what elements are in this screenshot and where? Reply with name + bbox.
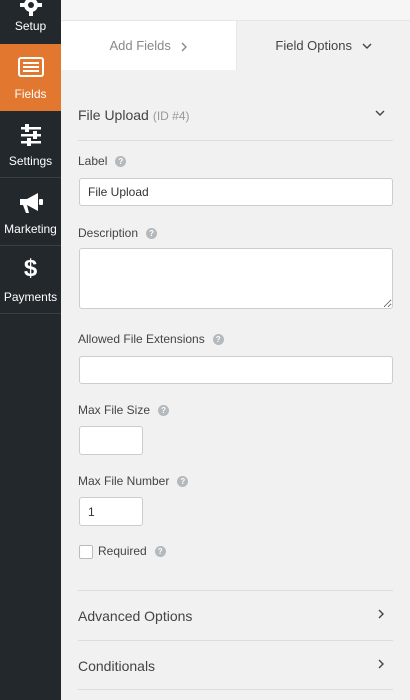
help-icon[interactable]: ? bbox=[177, 476, 189, 488]
required-label: Required? bbox=[98, 544, 166, 558]
field-title-text: File Upload bbox=[78, 107, 149, 123]
help-icon[interactable]: ? bbox=[158, 405, 170, 417]
max-size-field-label-text: Max File Size bbox=[78, 403, 151, 417]
megaphone-icon bbox=[19, 193, 43, 213]
conditionals-title: Conditionals bbox=[78, 658, 156, 674]
label-field-label-text: Label bbox=[78, 154, 108, 168]
required-label-text[interactable]: Required bbox=[98, 544, 147, 558]
description-field-label-text: Description bbox=[78, 226, 139, 240]
sidebar-item-payments[interactable]: $ Payments bbox=[0, 247, 61, 314]
top-bar bbox=[61, 0, 410, 21]
gear-icon bbox=[19, 0, 42, 16]
max-number-field-label-text: Max File Number bbox=[78, 474, 170, 488]
extensions-field-label-text: Allowed File Extensions bbox=[78, 332, 205, 346]
tab-add-fields-label: Add Fields bbox=[109, 38, 171, 53]
tab-field-options-label: Field Options bbox=[275, 38, 352, 53]
chevron-right-icon bbox=[181, 42, 187, 52]
help-icon[interactable]: ? bbox=[115, 156, 127, 168]
sidebar-item-fields[interactable]: Fields bbox=[0, 44, 61, 111]
description-textarea[interactable] bbox=[79, 248, 393, 309]
max-number-input[interactable] bbox=[79, 497, 143, 526]
description-field-label: Description? bbox=[78, 226, 158, 240]
dollar-icon: $ bbox=[23, 255, 38, 282]
help-icon[interactable]: ? bbox=[154, 546, 166, 558]
fields-list-icon bbox=[17, 57, 44, 77]
extensions-field-label: Allowed File Extensions? bbox=[78, 332, 224, 346]
sliders-icon bbox=[20, 124, 41, 146]
label-input[interactable] bbox=[79, 178, 393, 206]
label-field-label: Label? bbox=[78, 154, 127, 168]
sidebar-item-settings[interactable]: Settings bbox=[0, 111, 61, 178]
field-options-panel: File Upload(ID #4) Label? Description? A… bbox=[61, 70, 410, 700]
chevron-down-icon bbox=[362, 43, 372, 50]
builder-tabs: Add Fields Field Options bbox=[61, 21, 410, 70]
help-icon[interactable]: ? bbox=[146, 228, 158, 240]
field-id-tag: (ID #4) bbox=[152, 109, 190, 123]
advanced-options-row[interactable]: Advanced Options bbox=[78, 590, 393, 640]
field-title: File Upload (ID #4) bbox=[78, 107, 190, 123]
chevron-down-icon[interactable] bbox=[375, 110, 385, 117]
conditionals-row[interactable]: Conditionals bbox=[78, 640, 393, 690]
max-size-field-label: Max File Size? bbox=[78, 403, 170, 417]
sidebar-item-marketing[interactable]: Marketing bbox=[0, 179, 61, 246]
chevron-right-icon bbox=[378, 609, 384, 619]
section-divider bbox=[78, 689, 393, 700]
tab-add-fields[interactable]: Add Fields bbox=[61, 21, 237, 70]
chevron-right-icon bbox=[378, 659, 384, 669]
help-icon[interactable]: ? bbox=[212, 334, 224, 346]
tab-field-options[interactable]: Field Options bbox=[237, 21, 410, 70]
max-size-input[interactable] bbox=[79, 426, 143, 455]
sidebar-item-setup[interactable]: Setup bbox=[0, 0, 61, 47]
extensions-input[interactable] bbox=[79, 356, 393, 384]
sidebar: Setup Fields Settings Marketing $ Paymen… bbox=[0, 0, 61, 700]
max-number-field-label: Max File Number? bbox=[78, 474, 189, 488]
field-section-header[interactable]: File Upload (ID #4) bbox=[78, 90, 393, 141]
required-checkbox[interactable] bbox=[79, 545, 93, 559]
advanced-options-title: Advanced Options bbox=[78, 608, 193, 624]
